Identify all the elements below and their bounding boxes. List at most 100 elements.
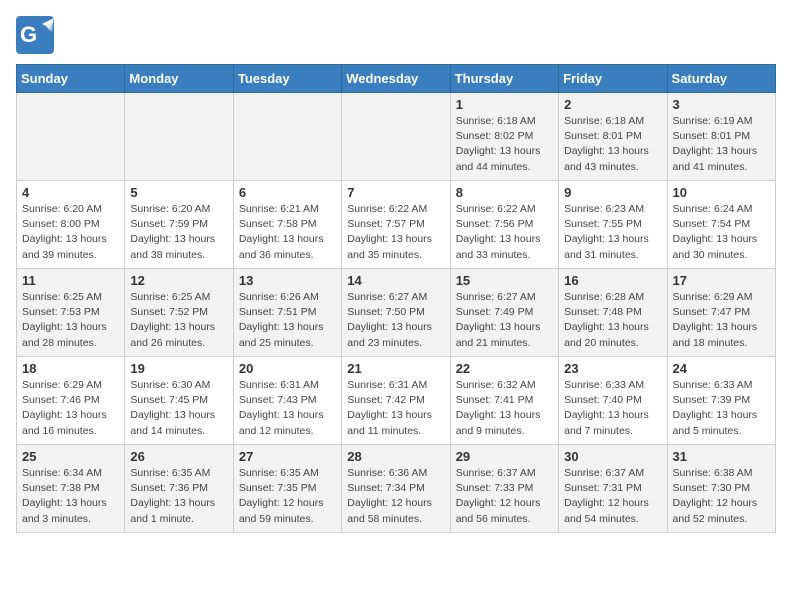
table-row: 30 Sunrise: 6:37 AM Sunset: 7:31 PM Dayli… (559, 445, 667, 533)
weekday-header-thursday: Thursday (450, 65, 558, 93)
table-row: 12Sunrise: 6:25 AM Sunset: 7:52 PM Dayli… (125, 269, 233, 357)
table-row: 3 Sunrise: 6:19 AM Sunset: 8:01 PM Daylig… (667, 93, 775, 181)
day-info: Sunrise: 6:25 AM Sunset: 7:53 PM Dayligh… (22, 290, 119, 351)
day-number: 6 (239, 185, 336, 200)
day-info: Sunrise: 6:32 AM Sunset: 7:41 PM Dayligh… (456, 378, 553, 439)
day-number: 3 (673, 97, 770, 112)
calendar-week-1: 1 Sunrise: 6:18 AM Sunset: 8:02 PM Daylig… (17, 93, 776, 181)
day-info: Sunrise: 6:18 AM Sunset: 8:02 PM Dayligh… (456, 114, 553, 175)
day-info: Sunrise: 6:31 AM Sunset: 7:43 PM Dayligh… (239, 378, 336, 439)
day-number: 24 (673, 361, 770, 376)
day-number: 21 (347, 361, 444, 376)
table-row: 16Sunrise: 6:28 AM Sunset: 7:48 PM Dayli… (559, 269, 667, 357)
table-row: 13Sunrise: 6:26 AM Sunset: 7:51 PM Dayli… (233, 269, 341, 357)
day-number: 10 (673, 185, 770, 200)
table-row: 17 Sunrise: 6:29 AM Sunset: 7:47 PM Dayli… (667, 269, 775, 357)
day-number: 27 (239, 449, 336, 464)
table-row: 31 Sunrise: 6:38 AM Sunset: 7:30 PM Dayli… (667, 445, 775, 533)
svg-text:G: G (20, 22, 37, 47)
table-row (17, 93, 125, 181)
table-row: 1 Sunrise: 6:18 AM Sunset: 8:02 PM Daylig… (450, 93, 558, 181)
day-number: 1 (456, 97, 553, 112)
table-row: 26Sunrise: 6:35 AM Sunset: 7:36 PM Dayli… (125, 445, 233, 533)
weekday-header-wednesday: Wednesday (342, 65, 450, 93)
logo-icon: G (16, 16, 54, 54)
day-info: Sunrise: 6:37 AM Sunset: 7:31 PM Dayligh… (564, 466, 661, 527)
day-number: 31 (673, 449, 770, 464)
day-info: Sunrise: 6:35 AM Sunset: 7:36 PM Dayligh… (130, 466, 227, 527)
table-row: 4 Sunrise: 6:20 AM Sunset: 8:00 PM Daylig… (17, 181, 125, 269)
table-row: 28Sunrise: 6:36 AM Sunset: 7:34 PM Dayli… (342, 445, 450, 533)
day-info: Sunrise: 6:18 AM Sunset: 8:01 PM Dayligh… (564, 114, 661, 175)
day-info: Sunrise: 6:24 AM Sunset: 7:54 PM Dayligh… (673, 202, 770, 263)
day-info: Sunrise: 6:27 AM Sunset: 7:49 PM Dayligh… (456, 290, 553, 351)
day-info: Sunrise: 6:30 AM Sunset: 7:45 PM Dayligh… (130, 378, 227, 439)
day-info: Sunrise: 6:37 AM Sunset: 7:33 PM Dayligh… (456, 466, 553, 527)
calendar-table: SundayMondayTuesdayWednesdayThursdayFrid… (16, 64, 776, 533)
table-row: 20 Sunrise: 6:31 AM Sunset: 7:43 PM Dayli… (233, 357, 341, 445)
day-info: Sunrise: 6:38 AM Sunset: 7:30 PM Dayligh… (673, 466, 770, 527)
day-number: 11 (22, 273, 119, 288)
table-row: 23Sunrise: 6:33 AM Sunset: 7:40 PM Dayli… (559, 357, 667, 445)
weekday-header-monday: Monday (125, 65, 233, 93)
day-info: Sunrise: 6:25 AM Sunset: 7:52 PM Dayligh… (130, 290, 227, 351)
day-number: 7 (347, 185, 444, 200)
table-row (342, 93, 450, 181)
day-info: Sunrise: 6:22 AM Sunset: 7:57 PM Dayligh… (347, 202, 444, 263)
calendar-week-4: 18Sunrise: 6:29 AM Sunset: 7:46 PM Dayli… (17, 357, 776, 445)
day-info: Sunrise: 6:35 AM Sunset: 7:35 PM Dayligh… (239, 466, 336, 527)
day-number: 8 (456, 185, 553, 200)
day-info: Sunrise: 6:20 AM Sunset: 7:59 PM Dayligh… (130, 202, 227, 263)
table-row: 9Sunrise: 6:23 AM Sunset: 7:55 PM Daylig… (559, 181, 667, 269)
day-number: 22 (456, 361, 553, 376)
table-row: 18Sunrise: 6:29 AM Sunset: 7:46 PM Dayli… (17, 357, 125, 445)
table-row: 14 Sunrise: 6:27 AM Sunset: 7:50 PM Dayli… (342, 269, 450, 357)
table-row: 2Sunrise: 6:18 AM Sunset: 8:01 PM Daylig… (559, 93, 667, 181)
day-info: Sunrise: 6:27 AM Sunset: 7:50 PM Dayligh… (347, 290, 444, 351)
day-number: 29 (456, 449, 553, 464)
calendar-week-3: 11 Sunrise: 6:25 AM Sunset: 7:53 PM Dayli… (17, 269, 776, 357)
table-row (233, 93, 341, 181)
weekday-header-saturday: Saturday (667, 65, 775, 93)
weekday-header-friday: Friday (559, 65, 667, 93)
calendar-header: SundayMondayTuesdayWednesdayThursdayFrid… (17, 65, 776, 93)
table-row: 8Sunrise: 6:22 AM Sunset: 7:56 PM Daylig… (450, 181, 558, 269)
table-row: 29 Sunrise: 6:37 AM Sunset: 7:33 PM Dayli… (450, 445, 558, 533)
day-info: Sunrise: 6:33 AM Sunset: 7:39 PM Dayligh… (673, 378, 770, 439)
day-number: 28 (347, 449, 444, 464)
table-row (125, 93, 233, 181)
day-number: 30 (564, 449, 661, 464)
calendar-week-2: 4 Sunrise: 6:20 AM Sunset: 8:00 PM Daylig… (17, 181, 776, 269)
day-number: 25 (22, 449, 119, 464)
day-number: 15 (456, 273, 553, 288)
table-row: 25 Sunrise: 6:34 AM Sunset: 7:38 PM Dayli… (17, 445, 125, 533)
day-number: 13 (239, 273, 336, 288)
table-row: 7 Sunrise: 6:22 AM Sunset: 7:57 PM Daylig… (342, 181, 450, 269)
day-info: Sunrise: 6:34 AM Sunset: 7:38 PM Dayligh… (22, 466, 119, 527)
weekday-header-tuesday: Tuesday (233, 65, 341, 93)
table-row: 19 Sunrise: 6:30 AM Sunset: 7:45 PM Dayli… (125, 357, 233, 445)
table-row: 11 Sunrise: 6:25 AM Sunset: 7:53 PM Dayli… (17, 269, 125, 357)
table-row: 6 Sunrise: 6:21 AM Sunset: 7:58 PM Daylig… (233, 181, 341, 269)
day-info: Sunrise: 6:21 AM Sunset: 7:58 PM Dayligh… (239, 202, 336, 263)
day-info: Sunrise: 6:20 AM Sunset: 8:00 PM Dayligh… (22, 202, 119, 263)
day-number: 14 (347, 273, 444, 288)
day-number: 23 (564, 361, 661, 376)
table-row: 10 Sunrise: 6:24 AM Sunset: 7:54 PM Dayli… (667, 181, 775, 269)
day-info: Sunrise: 6:29 AM Sunset: 7:47 PM Dayligh… (673, 290, 770, 351)
day-number: 16 (564, 273, 661, 288)
day-number: 20 (239, 361, 336, 376)
day-number: 19 (130, 361, 227, 376)
day-number: 4 (22, 185, 119, 200)
calendar-week-5: 25 Sunrise: 6:34 AM Sunset: 7:38 PM Dayli… (17, 445, 776, 533)
day-info: Sunrise: 6:19 AM Sunset: 8:01 PM Dayligh… (673, 114, 770, 175)
day-info: Sunrise: 6:31 AM Sunset: 7:42 PM Dayligh… (347, 378, 444, 439)
table-row: 21 Sunrise: 6:31 AM Sunset: 7:42 PM Dayli… (342, 357, 450, 445)
day-number: 18 (22, 361, 119, 376)
day-number: 17 (673, 273, 770, 288)
logo: G (16, 16, 58, 54)
weekday-header-sunday: Sunday (17, 65, 125, 93)
table-row: 27 Sunrise: 6:35 AM Sunset: 7:35 PM Dayli… (233, 445, 341, 533)
calendar-body: 1 Sunrise: 6:18 AM Sunset: 8:02 PM Daylig… (17, 93, 776, 533)
table-row: 22 Sunrise: 6:32 AM Sunset: 7:41 PM Dayli… (450, 357, 558, 445)
